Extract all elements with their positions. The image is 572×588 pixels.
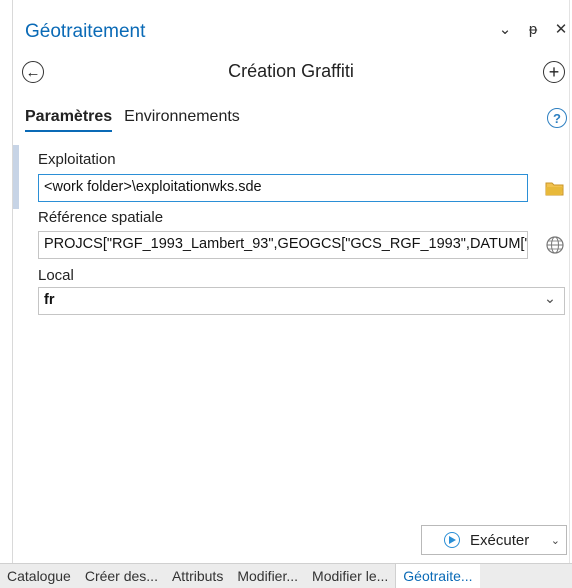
folder-icon[interactable]	[544, 177, 566, 199]
bottom-tab-modify-the[interactable]: Modifier le...	[305, 568, 395, 584]
pane-window-controls: ⌄ ᵽ ✕	[497, 20, 569, 39]
param-local: Local fr ⌄	[13, 265, 569, 321]
globe-icon[interactable]	[544, 234, 566, 256]
exploitation-input[interactable]: <work folder>\exploitationwks.sde	[38, 174, 528, 202]
bottom-tab-create-features[interactable]: Créer des...	[78, 568, 165, 584]
tool-title: Création Graffiti	[228, 61, 354, 81]
param-label-spatial-reference: Référence spatiale	[38, 209, 164, 226]
tool-header: Création Graffiti ← +	[13, 58, 569, 88]
play-icon	[444, 532, 460, 548]
tab-parameters[interactable]: Paramètres	[25, 108, 113, 132]
bottom-tab-geoprocessing[interactable]: Géotraite...	[395, 564, 480, 588]
local-select-value: fr	[44, 292, 55, 308]
add-icon[interactable]: +	[543, 61, 565, 83]
tool-tabs: Paramètres Environnements	[25, 108, 240, 132]
pane-title: Géotraitement	[25, 21, 146, 42]
pane-options-dropdown-icon[interactable]: ⌄	[497, 20, 513, 38]
back-arrow-icon[interactable]: ←	[22, 61, 44, 83]
param-label-exploitation: Exploitation	[38, 151, 116, 168]
run-options-chevron-icon[interactable]: ⌄	[551, 534, 560, 547]
param-label-local: Local	[38, 267, 74, 284]
pin-icon[interactable]: ᵽ	[525, 21, 541, 38]
bottom-tab-modify[interactable]: Modifier...	[230, 568, 305, 584]
tab-environments[interactable]: Environnements	[124, 108, 240, 132]
bottom-tab-attributes[interactable]: Attributs	[165, 568, 230, 584]
help-icon[interactable]: ?	[547, 108, 567, 128]
run-button-label: Exécuter	[470, 531, 530, 549]
close-icon[interactable]: ✕	[553, 20, 569, 38]
local-select[interactable]: fr ⌄	[38, 287, 565, 315]
active-param-marker	[13, 145, 19, 209]
run-button[interactable]: Exécuter ⌄	[421, 525, 567, 555]
geoprocessing-pane: Géotraitement ⌄ ᵽ ✕ Création Graffiti ← …	[12, 0, 570, 563]
bottom-pane-tabs: Catalogue Créer des... Attributs Modifie…	[0, 563, 572, 588]
chevron-down-icon[interactable]: ⌄	[544, 291, 556, 307]
spatial-reference-input[interactable]: PROJCS["RGF_1993_Lambert_93",GEOGCS["GCS…	[38, 231, 528, 259]
param-spatial-reference: Référence spatiale PROJCS["RGF_1993_Lamb…	[13, 207, 569, 269]
param-exploitation: Exploitation <work folder>\exploitationw…	[13, 145, 569, 209]
bottom-tab-catalog[interactable]: Catalogue	[0, 568, 78, 584]
